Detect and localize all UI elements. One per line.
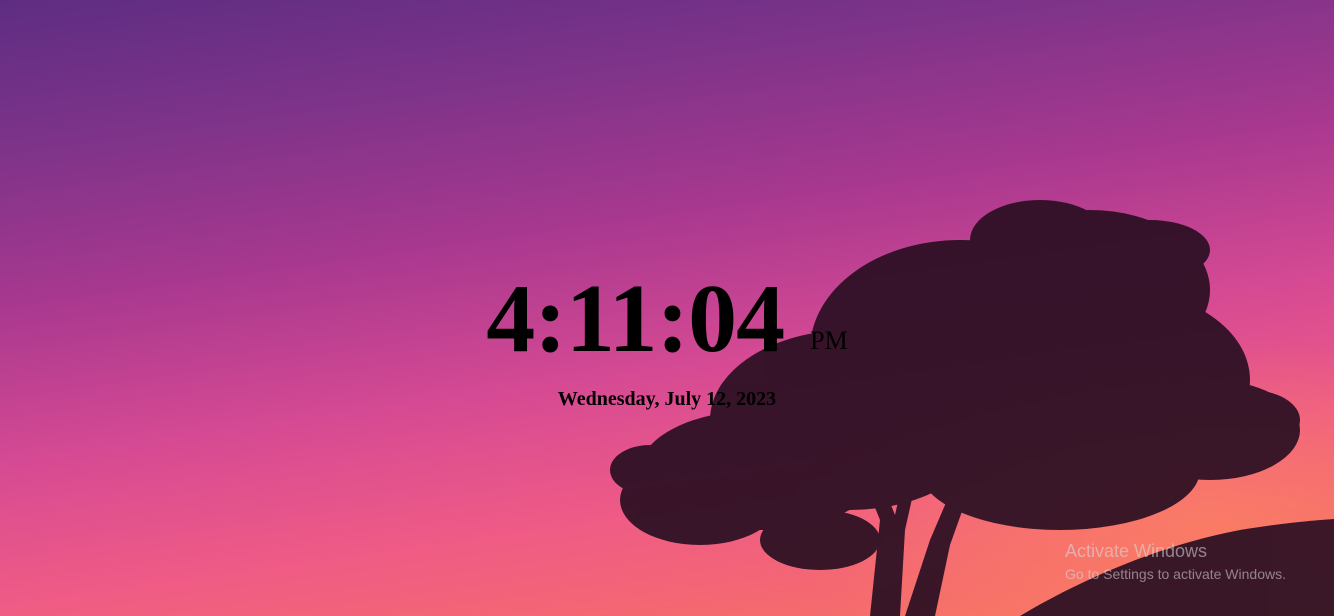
- clock-date: Wednesday, July 12, 2023: [557, 388, 777, 410]
- clock-period: PM: [810, 326, 848, 355]
- clock-time: 4:11:04: [486, 265, 785, 373]
- clock-display: 4:11:04 PM: [0, 270, 1334, 368]
- time-row: 4:11:04 PM: [486, 270, 847, 368]
- watermark-subtitle: Go to Settings to activate Windows.: [1065, 566, 1286, 582]
- watermark-title: Activate Windows: [1065, 541, 1208, 561]
- activate-windows-watermark: Activate Windows Go to Settings to activ…: [1065, 540, 1286, 586]
